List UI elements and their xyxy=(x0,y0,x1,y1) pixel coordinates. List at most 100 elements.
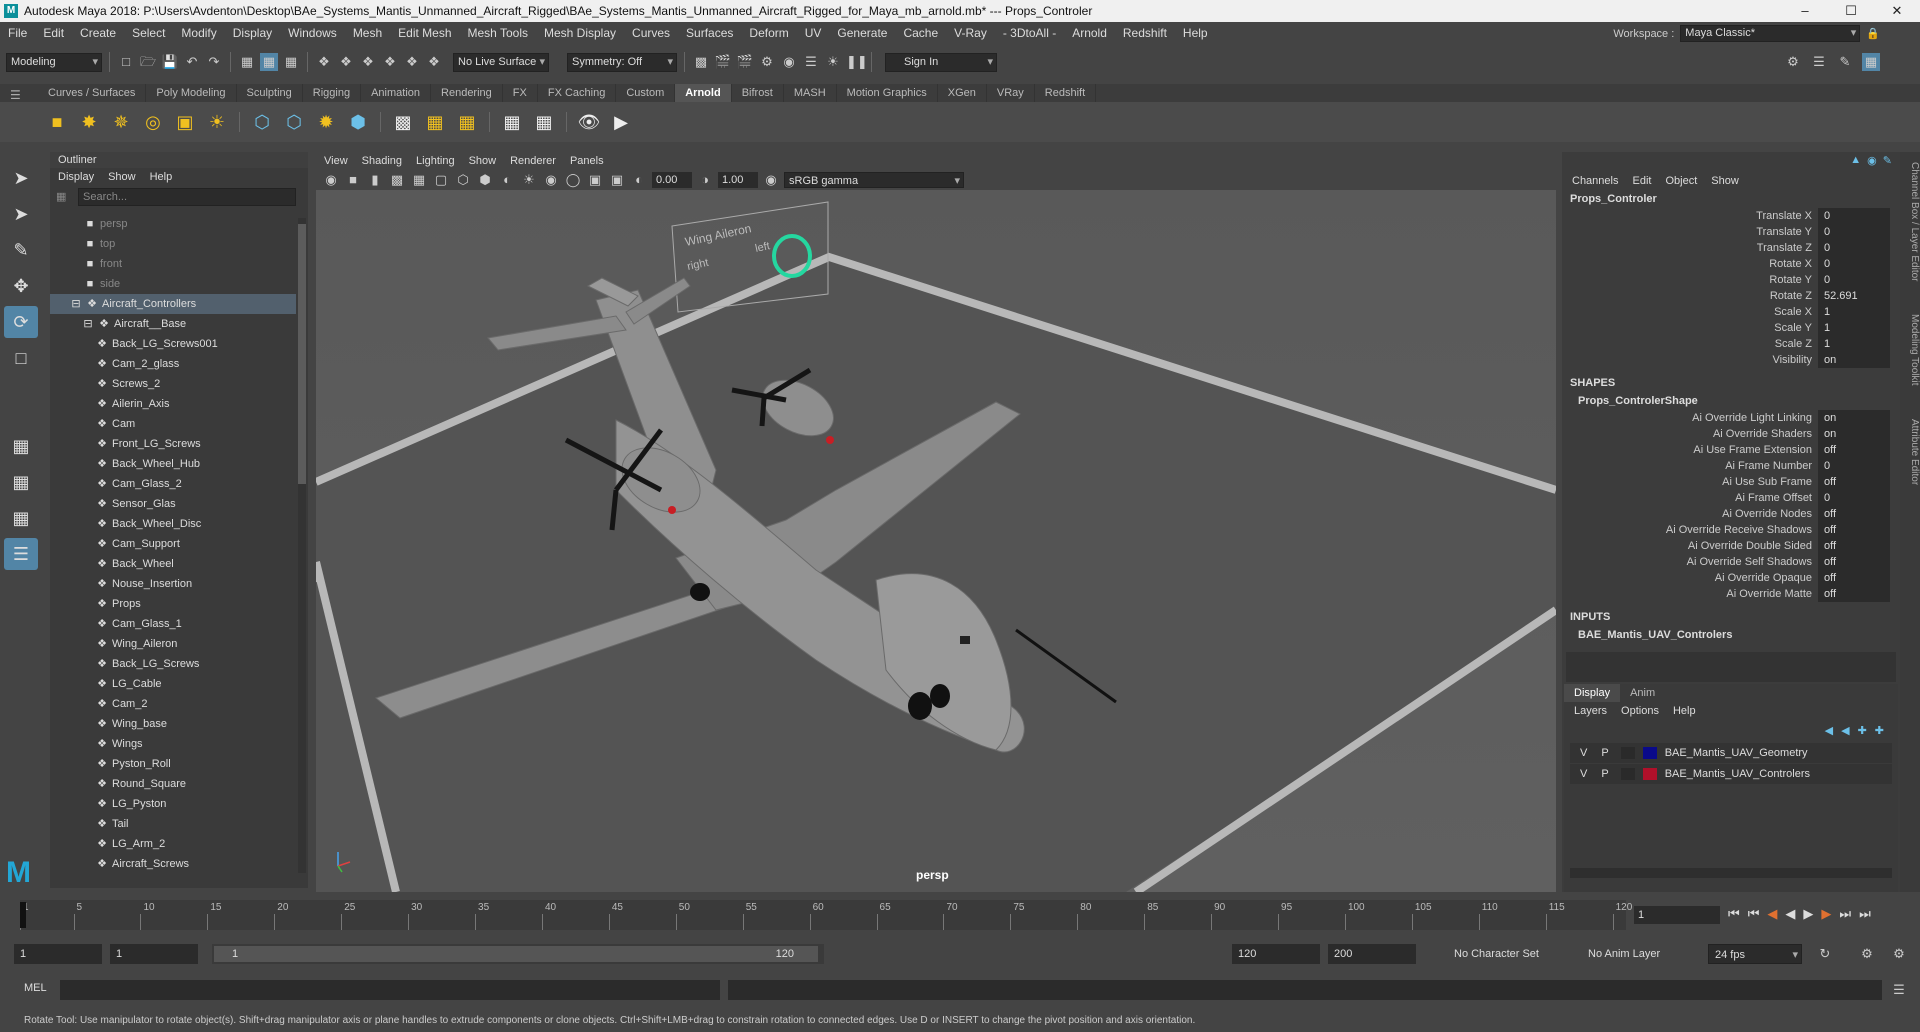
channel-attribute-row[interactable]: Ai Frame Offset 0 xyxy=(1562,490,1900,506)
four-view-layout-icon[interactable]: ▦ xyxy=(4,466,38,498)
smooth-shade-icon[interactable]: ⬢ xyxy=(476,171,494,189)
outliner-item[interactable]: ❖ Screws_2 xyxy=(50,374,296,394)
attribute-value-field[interactable]: 1 xyxy=(1818,304,1890,320)
symmetry-dropdown[interactable]: Symmetry: Off xyxy=(567,52,677,72)
go-to-end-icon[interactable]: ⏭ xyxy=(1859,906,1871,922)
layer-playback-toggle[interactable]: P xyxy=(1601,747,1608,759)
shelf-tab-fx-caching[interactable]: FX Caching xyxy=(538,84,617,102)
open-scene-icon[interactable]: 🗁 xyxy=(139,53,157,71)
menu-redshift[interactable]: Redshift xyxy=(1115,26,1175,40)
attribute-value-field[interactable]: off xyxy=(1818,474,1890,490)
attribute-value-field[interactable]: on xyxy=(1818,410,1890,426)
attribute-value-field[interactable]: 52.691 xyxy=(1818,288,1890,304)
current-time-indicator[interactable] xyxy=(20,902,26,928)
sign-in-button[interactable]: Sign In xyxy=(885,52,997,72)
export-standin-icon[interactable]: ⬢ xyxy=(345,109,371,135)
outliner-item-top[interactable]: ■ top xyxy=(50,234,296,254)
layer-visibility-toggle[interactable]: V xyxy=(1580,768,1587,780)
playback-start-field[interactable]: 1 xyxy=(110,944,198,964)
menu-vray[interactable]: V-Ray xyxy=(946,26,995,40)
layer-menu-help[interactable]: Help xyxy=(1673,702,1696,720)
light-portal-icon[interactable]: ▣ xyxy=(172,109,198,135)
outliner-item[interactable]: ❖ Pyston_Roll xyxy=(50,754,296,774)
outliner-item[interactable]: ❖ Wing_base xyxy=(50,714,296,734)
channel-attribute-row[interactable]: Visibility on xyxy=(1562,352,1900,368)
vp-menu-panels[interactable]: Panels xyxy=(570,152,604,170)
snap-surface-icon[interactable]: ❖ xyxy=(403,53,421,71)
display-layer-row[interactable]: V P BAE_Mantis_UAV_Controlers xyxy=(1570,764,1892,784)
render-view-icon[interactable]: ▩ xyxy=(692,53,710,71)
channel-attribute-row[interactable]: Ai Override Shaders on xyxy=(1562,426,1900,442)
tool-settings-icon[interactable]: ✎ xyxy=(1836,53,1854,71)
menu-curves[interactable]: Curves xyxy=(624,26,678,40)
menu-edit[interactable]: Edit xyxy=(35,26,72,40)
outliner-item[interactable]: ❖ Cam_Glass_2 xyxy=(50,474,296,494)
outliner-item[interactable]: ❖ Back_Wheel_Disc xyxy=(50,514,296,534)
gamma-field[interactable]: 1.00 xyxy=(718,172,758,188)
outliner-search-input[interactable]: Search... xyxy=(78,188,296,206)
undo-icon[interactable]: ↶ xyxy=(183,53,201,71)
channel-attribute-row[interactable]: Scale X 1 xyxy=(1562,304,1900,320)
channel-attribute-row[interactable]: Ai Use Frame Extension off xyxy=(1562,442,1900,458)
anim-layer-dropdown[interactable]: No Anim Layer xyxy=(1582,944,1694,964)
cb-menu-show[interactable]: Show xyxy=(1711,172,1739,190)
outliner-item-front[interactable]: ■ front xyxy=(50,254,296,274)
outliner-item[interactable]: ❖ LG_Arm_2 xyxy=(50,834,296,854)
go-to-start-icon[interactable]: ⏮ xyxy=(1728,906,1740,922)
attribute-value-field[interactable]: off xyxy=(1818,586,1890,602)
flush-cache-icon[interactable]: ▩ xyxy=(390,109,416,135)
layer-display-type-toggle[interactable] xyxy=(1620,747,1635,759)
lock-icon[interactable]: 🔒 xyxy=(1866,27,1880,40)
mel-command-input[interactable] xyxy=(60,980,720,1000)
volume-icon[interactable]: ⬡ xyxy=(281,109,307,135)
shelf-tab-bifrost[interactable]: Bifrost xyxy=(732,84,784,102)
layer-horizontal-scrollbar[interactable] xyxy=(1570,868,1892,878)
shelf-tab-arnold[interactable]: Arnold xyxy=(675,84,732,102)
outliner-scrollbar[interactable] xyxy=(298,218,306,873)
move-layer-down-icon[interactable]: ◀ xyxy=(1841,720,1849,742)
lasso-tool-icon[interactable]: ➤ xyxy=(4,198,38,230)
step-back-frame-icon[interactable]: ◀ xyxy=(1767,906,1777,922)
film-gate-icon[interactable]: ▢ xyxy=(432,171,450,189)
channel-attribute-row[interactable]: Ai Use Sub Frame off xyxy=(1562,474,1900,490)
move-tool-icon[interactable]: ✥ xyxy=(4,270,38,302)
workspace-dropdown[interactable]: Maya Classic* xyxy=(1680,25,1861,42)
light-editor-icon[interactable]: ☀ xyxy=(824,53,842,71)
outliner-item[interactable]: ❖ Cam_2 xyxy=(50,694,296,714)
channel-attribute-row[interactable]: Rotate Y 0 xyxy=(1562,272,1900,288)
shelf-tab-fx[interactable]: FX xyxy=(503,84,538,102)
outliner-menu-display[interactable]: Display xyxy=(58,168,94,186)
modeling-toolkit-icon[interactable]: ⚙ xyxy=(1784,53,1802,71)
tx-manager-icon[interactable]: ▦ xyxy=(499,109,525,135)
loop-icon[interactable]: ↻ xyxy=(1816,945,1834,963)
render-view-eye-icon[interactable]: 👁 xyxy=(576,109,602,135)
layer-color-swatch[interactable] xyxy=(1642,768,1657,780)
colorspace-dropdown[interactable]: sRGB gamma xyxy=(784,172,964,189)
auto-key-icon[interactable]: ⚙ xyxy=(1858,945,1876,963)
menu-select[interactable]: Select xyxy=(124,26,173,40)
shelf-tab-vray[interactable]: VRay xyxy=(987,84,1035,102)
camera-attributes-icon[interactable]: ■ xyxy=(344,171,362,189)
area-light-icon[interactable]: ■ xyxy=(44,109,70,135)
outliner-item[interactable]: ❖ Back_LG_Screws001 xyxy=(50,334,296,354)
menu-cache[interactable]: Cache xyxy=(895,26,946,40)
fps-dropdown[interactable]: 24 fps xyxy=(1708,944,1802,965)
outliner-item[interactable]: ❖ Ailerin_Axis xyxy=(50,394,296,414)
maximize-button[interactable]: ☐ xyxy=(1828,0,1874,22)
snap-view-icon[interactable]: ❖ xyxy=(381,53,399,71)
channel-attribute-row[interactable]: Ai Override Receive Shadows off xyxy=(1562,522,1900,538)
channel-attribute-row[interactable]: Ai Override Double Sided off xyxy=(1562,538,1900,554)
outliner-item[interactable]: ❖ Aircraft_Screws xyxy=(50,854,296,874)
select-object-icon[interactable]: ▦ xyxy=(260,53,278,71)
menu-uv[interactable]: UV xyxy=(797,26,830,40)
channel-attribute-row[interactable]: Ai Override Nodes off xyxy=(1562,506,1900,522)
playback-end-field[interactable]: 120 xyxy=(1232,944,1320,964)
cb-menu-channels[interactable]: Channels xyxy=(1572,172,1618,190)
channel-box-icon-b[interactable]: ◉ xyxy=(1867,154,1877,167)
snap-vertex-icon[interactable]: ❖ xyxy=(425,53,443,71)
xray-icon[interactable]: ▣ xyxy=(608,171,626,189)
outliner-item[interactable]: ❖ LG_Cable xyxy=(50,674,296,694)
outliner-item[interactable]: ❖ Tail xyxy=(50,814,296,834)
paint-select-tool-icon[interactable]: ✎ xyxy=(4,234,38,266)
mode-dropdown[interactable]: Modeling xyxy=(6,52,102,72)
